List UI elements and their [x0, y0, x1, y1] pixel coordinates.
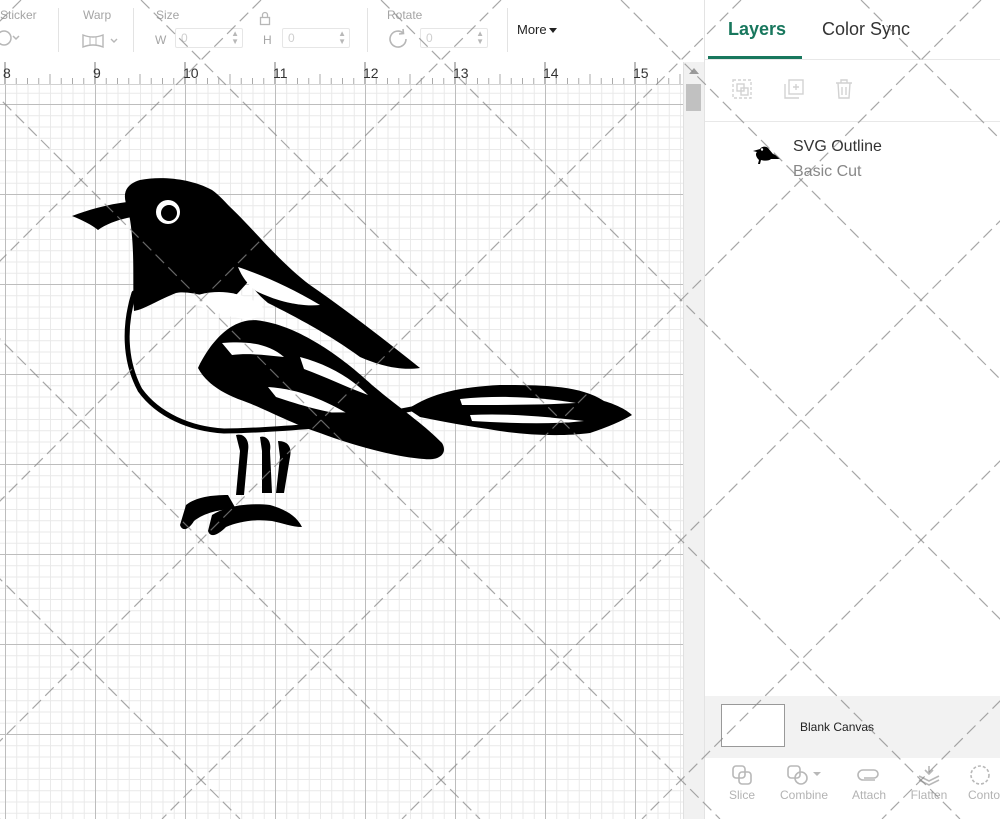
- height-field[interactable]: ▲▼: [282, 28, 350, 48]
- horizontal-ruler: 8 9 10 11 12 13 14 15: [0, 62, 683, 85]
- combine-label: Combine: [779, 788, 829, 802]
- tab-layers[interactable]: Layers: [728, 19, 786, 40]
- slice-button[interactable]: Slice: [712, 764, 772, 802]
- combine-icon: [787, 765, 821, 785]
- contour-button[interactable]: Conto: [957, 764, 1000, 802]
- size-label: Size: [156, 8, 180, 22]
- caret-down-icon: [548, 28, 557, 34]
- combine-button[interactable]: Combine: [774, 764, 834, 802]
- bird-leg: [260, 436, 272, 493]
- width-stepper-icon[interactable]: ▲ ▼: [231, 30, 239, 46]
- attach-button[interactable]: Attach: [839, 764, 899, 802]
- contour-icon: [970, 765, 990, 785]
- bird-leg: [276, 441, 291, 493]
- height-prefix: H: [263, 33, 272, 47]
- bird-breast-marking: [186, 292, 264, 319]
- more-label: More: [517, 22, 547, 37]
- edit-toolbar: Sticker Warp Size W ▲▼ H ▲▼: [0, 0, 704, 63]
- duplicate-icon[interactable]: [783, 78, 805, 100]
- more-button[interactable]: More: [517, 22, 557, 37]
- tab-divider: [705, 59, 1000, 60]
- attach-icon: [857, 769, 879, 781]
- rotate-stepper-icon[interactable]: ▲ ▼: [476, 30, 484, 46]
- bird-tail: [408, 385, 632, 436]
- warp-icon[interactable]: [81, 32, 121, 50]
- flatten-icon: [918, 766, 940, 786]
- bird-beak: [72, 201, 137, 230]
- rotate-input[interactable]: [421, 29, 474, 46]
- layer-item[interactable]: SVG Outline Basic Cut: [705, 128, 1000, 188]
- bird-eye: [161, 205, 177, 221]
- ruler-ticks: [4, 62, 681, 84]
- toolbar-divider: [507, 8, 508, 52]
- ruler-number: 13: [453, 65, 469, 81]
- blank-canvas-swatch[interactable]: [721, 704, 785, 747]
- rotate-field[interactable]: ▲▼: [420, 28, 488, 48]
- sticker-label: Sticker: [0, 8, 37, 22]
- width-prefix: W: [155, 33, 167, 47]
- ruler-number: 15: [633, 65, 649, 81]
- toolbar-divider: [58, 8, 59, 52]
- flatten-label: Flatten: [910, 788, 948, 802]
- width-field[interactable]: ▲▼: [175, 28, 243, 48]
- delete-icon[interactable]: [833, 78, 855, 100]
- vertical-scrollbar[interactable]: [683, 62, 704, 819]
- design-canvas[interactable]: [0, 85, 683, 819]
- layer-name: SVG Outline: [793, 138, 882, 155]
- slice-label: Slice: [728, 788, 755, 802]
- rotate-icon[interactable]: [387, 28, 411, 50]
- ruler-number: 12: [363, 65, 379, 81]
- ruler-number: 14: [543, 65, 559, 81]
- lock-icon[interactable]: [259, 11, 271, 26]
- group-icon[interactable]: [731, 78, 753, 100]
- ruler-number: 8: [3, 65, 11, 81]
- layer-thumbnail: [753, 146, 780, 164]
- warp-label: Warp: [83, 8, 112, 22]
- panel-divider: [705, 121, 1000, 122]
- layers-panel: Layers Color Sync SVG Outline Basic Cut …: [704, 0, 1000, 819]
- toolbar-divider: [133, 8, 134, 52]
- ruler-number: 10: [183, 65, 199, 81]
- ruler-number: 11: [273, 65, 288, 81]
- height-stepper-icon[interactable]: ▲ ▼: [338, 30, 346, 46]
- blank-canvas-row[interactable]: Blank Canvas: [705, 696, 1000, 758]
- blank-canvas-label: Blank Canvas: [800, 720, 875, 734]
- flatten-button[interactable]: Flatten: [899, 764, 959, 802]
- slice-icon: [732, 765, 752, 785]
- scroll-up-icon[interactable]: [689, 68, 699, 74]
- bird-design[interactable]: [0, 85, 683, 819]
- bird-leg: [236, 434, 249, 495]
- rotate-label: Rotate: [387, 8, 423, 22]
- tab-color-sync[interactable]: Color Sync: [822, 19, 910, 40]
- ruler-number: 9: [93, 65, 101, 81]
- bird-wing: [198, 320, 444, 460]
- scroll-thumb[interactable]: [686, 84, 701, 111]
- contour-label: Conto: [968, 788, 1000, 802]
- layer-operation: Basic Cut: [793, 163, 862, 180]
- toolbar-divider: [367, 8, 368, 52]
- height-input[interactable]: [283, 29, 336, 46]
- attach-label: Attach: [851, 788, 887, 802]
- width-input[interactable]: [176, 29, 229, 46]
- sticker-icon[interactable]: [0, 28, 20, 48]
